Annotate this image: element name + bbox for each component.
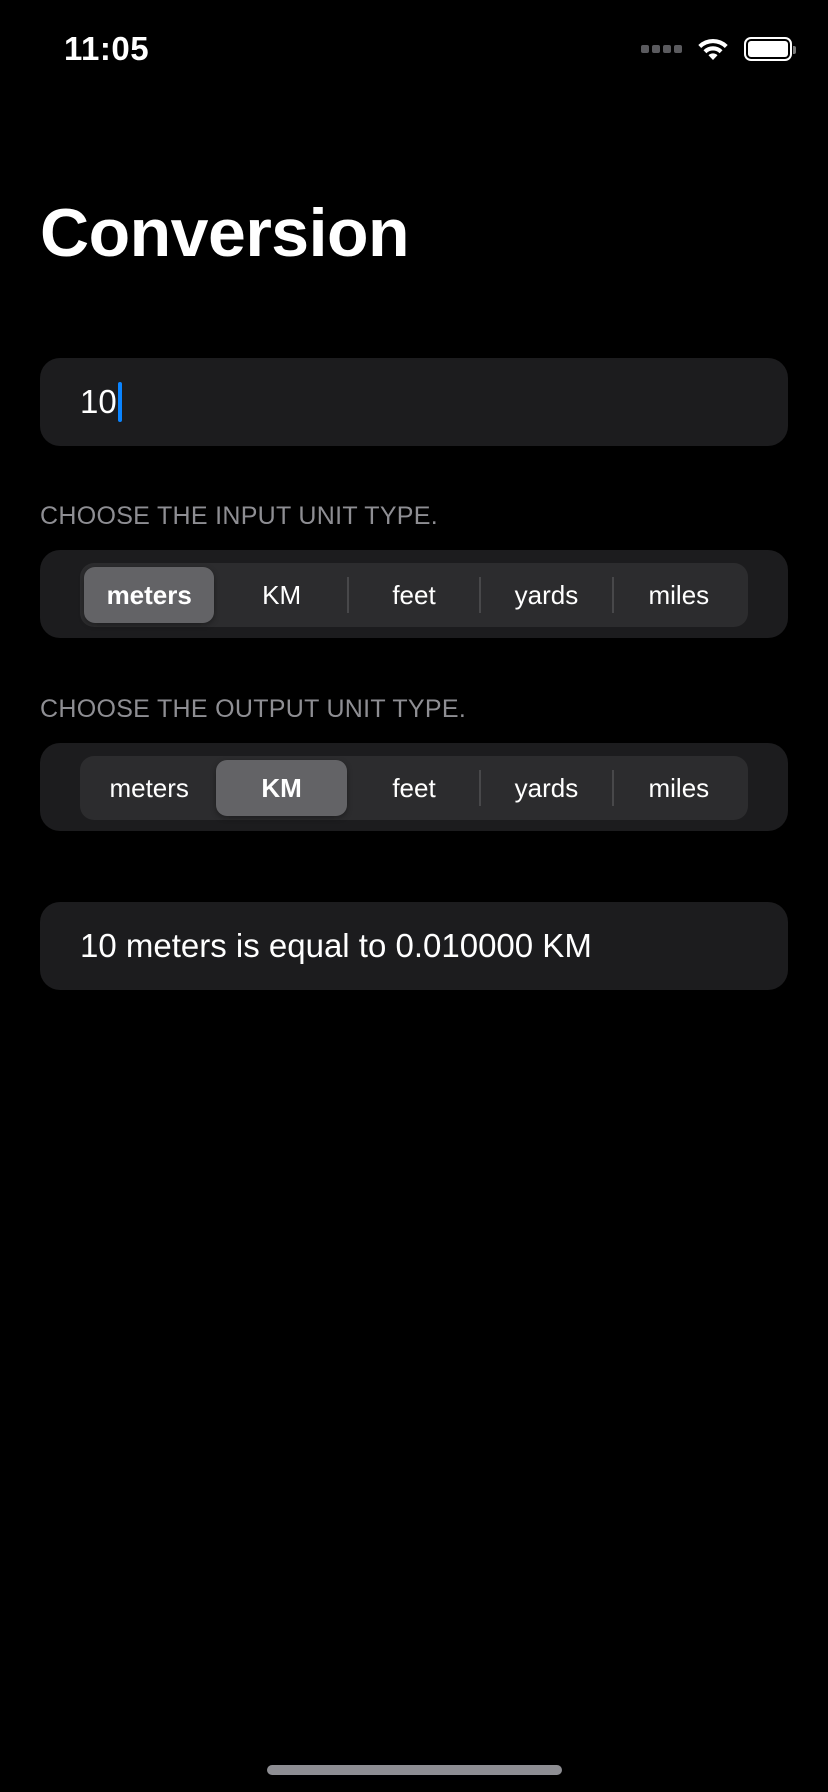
conversion-screen: 11:05 Conversion 10 CHOOSE THE INPUT UNI…: [0, 0, 828, 1792]
home-indicator[interactable]: [267, 1765, 562, 1775]
output-segment-meters[interactable]: meters: [84, 760, 214, 816]
signal-dots-icon: [641, 45, 682, 53]
output-segment-feet[interactable]: feet: [349, 760, 479, 816]
output-unit-label: CHOOSE THE OUTPUT UNIT TYPE.: [40, 695, 467, 723]
value-input-field[interactable]: 10: [80, 358, 122, 446]
input-unit-card: meters KM feet yards miles: [40, 550, 788, 638]
output-unit-card: meters KM feet yards miles: [40, 743, 788, 831]
value-input-text: 10: [80, 383, 117, 420]
input-segment-feet[interactable]: feet: [349, 567, 479, 623]
status-icons: [641, 36, 796, 62]
output-segment-km[interactable]: KM: [216, 760, 347, 816]
value-input-card[interactable]: 10: [40, 358, 788, 446]
input-unit-label: CHOOSE THE INPUT UNIT TYPE.: [40, 502, 438, 530]
result-card: 10 meters is equal to 0.010000 KM: [40, 902, 788, 990]
result-text: 10 meters is equal to 0.010000 KM: [80, 927, 592, 964]
input-segment-yards[interactable]: yards: [481, 567, 611, 623]
text-caret: [117, 382, 122, 422]
status-time: 11:05: [64, 30, 150, 67]
wifi-icon: [698, 38, 728, 60]
output-unit-segmented-control[interactable]: meters KM feet yards miles: [80, 756, 748, 820]
input-unit-segmented-control[interactable]: meters KM feet yards miles: [80, 563, 748, 627]
input-segment-meters[interactable]: meters: [84, 567, 215, 623]
output-segment-yards[interactable]: yards: [481, 760, 611, 816]
input-segment-miles[interactable]: miles: [614, 567, 744, 623]
input-segment-km[interactable]: KM: [216, 567, 346, 623]
status-bar: 11:05: [0, 0, 828, 100]
page-title: Conversion: [40, 195, 410, 271]
output-segment-miles[interactable]: miles: [614, 760, 744, 816]
battery-icon: [744, 37, 796, 61]
